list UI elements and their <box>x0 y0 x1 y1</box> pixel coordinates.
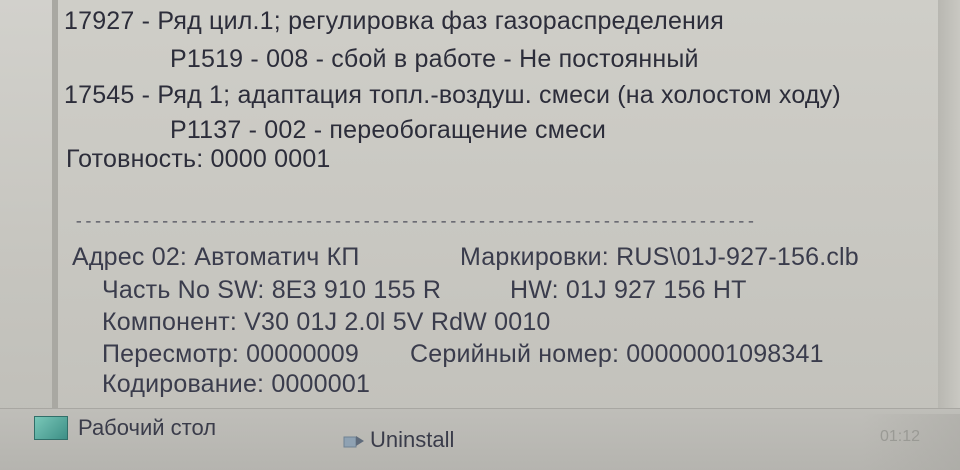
uninstall-icon[interactable] <box>343 432 365 450</box>
module-part-sw: Часть No SW: 8E3 910 155 R <box>102 276 442 304</box>
desktop-icon[interactable] <box>34 416 68 440</box>
separator-line: ----------------------------------------… <box>74 214 754 230</box>
fault-line-3: 17545 - Ряд 1; адаптация топл.-воздуш. с… <box>64 81 841 109</box>
desktop-label[interactable]: Рабочий стол <box>78 414 216 442</box>
module-revision: Пересмотр: 00000009 <box>102 340 359 368</box>
module-component: Компонент: V30 01J 2.0l 5V RdW 0010 <box>102 308 551 336</box>
module-coding: Кодирование: 0000001 <box>102 370 371 398</box>
module-address: Адрес 02: Автоматич КП <box>72 243 360 271</box>
uninstall-label[interactable]: Uninstall <box>370 426 454 454</box>
fault-line-4: P1137 - 002 - переобогащение смеси <box>170 116 607 144</box>
module-markings: Маркировки: RUS\01J-927-156.clb <box>460 243 859 271</box>
fault-line-2: P1519 - 008 - сбой в работе - Не постоян… <box>170 45 699 73</box>
clock: 01:12 <box>880 428 921 445</box>
screen: 17927 - Ряд цил.1; регулировка фаз газор… <box>0 0 960 470</box>
readiness-line: Готовность: 0000 0001 <box>66 145 331 173</box>
module-serial: Серийный номер: 00000001098341 <box>410 340 824 368</box>
module-hw: HW: 01J 927 156 HT <box>510 276 747 304</box>
fault-line-1: 17927 - Ряд цил.1; регулировка фаз газор… <box>64 7 724 35</box>
window-right-border <box>938 0 960 408</box>
